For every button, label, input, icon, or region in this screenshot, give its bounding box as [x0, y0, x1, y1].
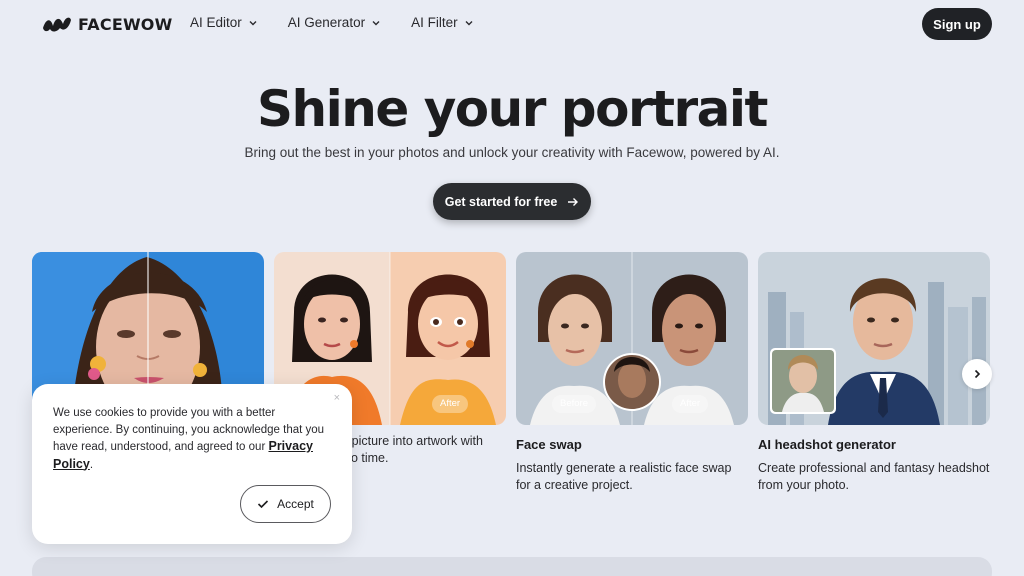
- checkmark-icon: [258, 500, 269, 509]
- hero-subtitle: Bring out the best in your photos and un…: [244, 145, 780, 160]
- after-label: After: [432, 395, 469, 413]
- after-label: After: [672, 395, 709, 413]
- carousel-next-button[interactable]: [962, 359, 992, 389]
- nav-ai-filter[interactable]: AI Filter: [411, 15, 474, 30]
- cookie-message-block: We use cookies to provide you with a bet…: [53, 405, 333, 473]
- nav-label: AI Editor: [190, 15, 242, 30]
- brand-logo[interactable]: FACEWOW: [42, 13, 172, 35]
- arrow-right-icon: [568, 197, 579, 206]
- accept-cookies-button[interactable]: Accept: [240, 485, 331, 523]
- card-image: [758, 252, 990, 425]
- nav-label: AI Filter: [411, 15, 458, 30]
- accept-label: Accept: [277, 497, 314, 511]
- card-description: Instantly generate a realistic face swap…: [516, 461, 732, 492]
- card-title: AI headshot generator: [758, 437, 896, 452]
- chevron-down-icon: [372, 20, 380, 25]
- facewow-logo-icon: [43, 17, 71, 32]
- before-label: Before: [552, 395, 596, 413]
- card-image: [516, 252, 748, 425]
- cookie-period: .: [89, 458, 94, 471]
- main-nav: AI Editor AI Generator AI Filter: [190, 15, 474, 30]
- cta-label: Get started for free: [444, 194, 558, 209]
- close-icon[interactable]: ×: [334, 392, 340, 404]
- nav-label: AI Generator: [287, 15, 366, 30]
- card-description: Create professional and fantasy headshot…: [758, 461, 990, 492]
- nav-ai-editor[interactable]: AI Editor: [190, 15, 258, 30]
- cookie-consent-popup: × We use cookies to provide you with a b…: [32, 384, 352, 544]
- nav-ai-generator[interactable]: AI Generator: [288, 15, 381, 30]
- card-title: Face swap: [516, 437, 582, 452]
- chevron-down-icon: [465, 20, 473, 25]
- hero-title: Shine your portrait: [257, 80, 768, 138]
- brand-name: FACEWOW: [78, 14, 173, 34]
- feature-card-face-swap[interactable]: Face swap Instantly generate a realistic…: [516, 252, 748, 494]
- signup-button[interactable]: Sign up: [922, 8, 992, 40]
- feature-card-headshot[interactable]: AI headshot generator Create professiona…: [758, 252, 990, 494]
- next-section-preview: [32, 557, 992, 576]
- chevron-right-icon: [974, 369, 981, 379]
- get-started-button[interactable]: Get started for free: [433, 183, 591, 220]
- chevron-down-icon: [249, 20, 257, 25]
- site-header: FACEWOW AI Editor AI Generator AI Filter…: [0, 0, 1024, 48]
